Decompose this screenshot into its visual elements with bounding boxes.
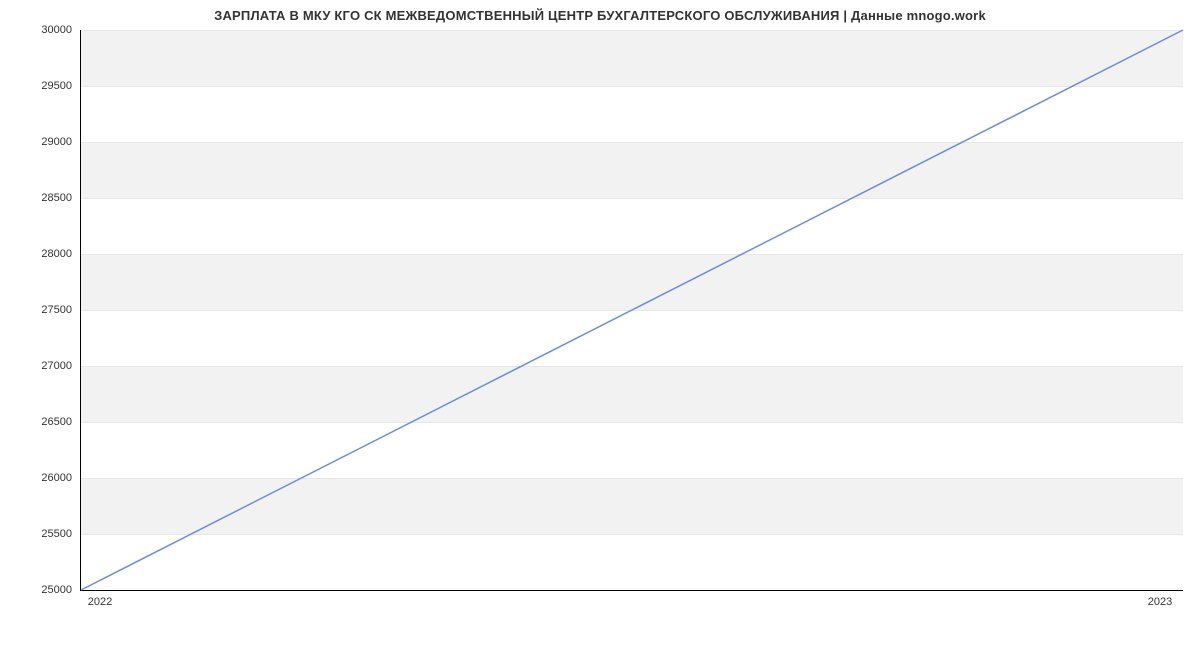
y-tick-label: 29000 bbox=[41, 136, 72, 148]
chart-container: ЗАРПЛАТА В МКУ КГО СК МЕЖВЕДОМСТВЕННЫЙ Ц… bbox=[0, 0, 1200, 650]
line-plot bbox=[81, 30, 1183, 590]
y-tick-label: 28500 bbox=[41, 192, 72, 204]
y-tick-label: 26000 bbox=[41, 472, 72, 484]
chart-title: ЗАРПЛАТА В МКУ КГО СК МЕЖВЕДОМСТВЕННЫЙ Ц… bbox=[0, 8, 1200, 23]
y-tick-label: 27000 bbox=[41, 360, 72, 372]
y-tick-label: 25000 bbox=[41, 584, 72, 596]
data-line bbox=[81, 30, 1183, 590]
y-tick-label: 29500 bbox=[41, 80, 72, 92]
y-tick-label: 30000 bbox=[41, 24, 72, 36]
y-tick-label: 25500 bbox=[41, 528, 72, 540]
plot-area bbox=[80, 30, 1183, 591]
y-tick-label: 27500 bbox=[41, 304, 72, 316]
x-tick-label: 2022 bbox=[88, 596, 112, 608]
x-tick-label: 2023 bbox=[1148, 596, 1172, 608]
y-tick-label: 26500 bbox=[41, 416, 72, 428]
y-tick-label: 28000 bbox=[41, 248, 72, 260]
